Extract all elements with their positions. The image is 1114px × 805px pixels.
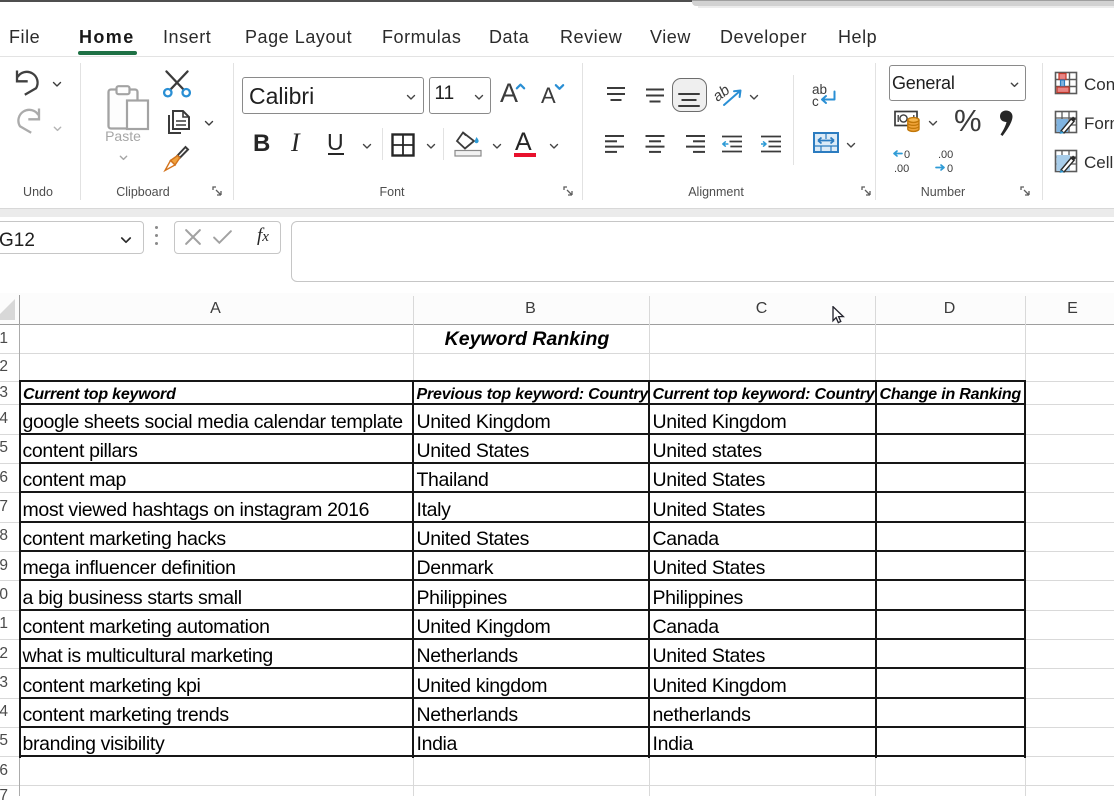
svg-text:.00: .00 bbox=[938, 149, 953, 161]
svg-text:c: c bbox=[812, 94, 819, 108]
svg-text:.00: .00 bbox=[894, 163, 909, 174]
svg-text:0: 0 bbox=[947, 163, 953, 174]
svg-text:0: 0 bbox=[904, 149, 910, 161]
